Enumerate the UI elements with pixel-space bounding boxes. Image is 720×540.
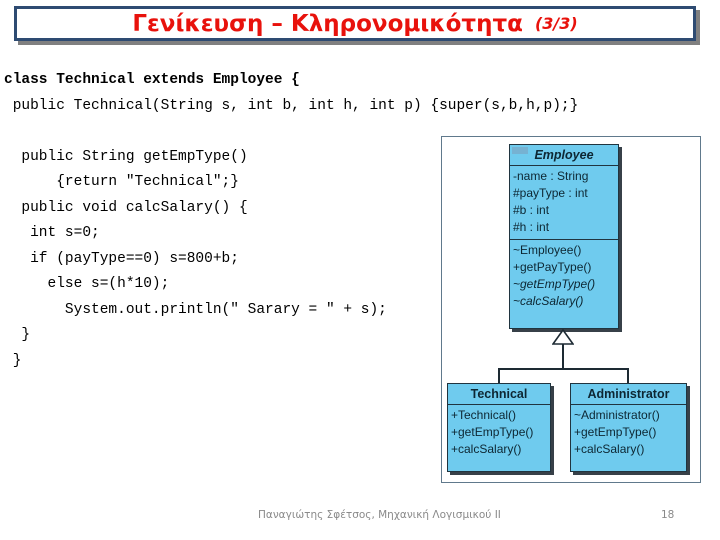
uml-class-diagram: Employee -name : String #payType : int #… <box>441 136 701 483</box>
generalization-horizontal-bar <box>498 368 629 370</box>
uml-class-employee[interactable]: Employee -name : String #payType : int #… <box>509 144 619 329</box>
uml-method: +Technical() <box>451 408 517 422</box>
uml-class-employee-name: Employee <box>534 148 594 162</box>
slide-title-box: Γενίκευση – Κληρονομικότητα (3/3) <box>14 6 696 41</box>
code-line: class Technical extends Employee { <box>4 72 300 88</box>
uml-method: +getPayType() <box>513 260 592 274</box>
generalization-branch-technical <box>498 368 500 384</box>
uml-class-employee-methods: ~Employee() +getPayType() ~getEmpType() … <box>510 239 618 313</box>
uml-method: +calcSalary() <box>451 442 522 456</box>
uml-method: ~calcSalary() <box>513 294 584 308</box>
uml-attribute: #b : int <box>513 203 550 217</box>
uml-class-technical-methods: +Technical() +getEmpType() +calcSalary() <box>448 405 550 461</box>
uml-attribute: #payType : int <box>513 186 588 200</box>
uml-class-employee-attributes: -name : String #payType : int #b : int #… <box>510 166 618 239</box>
page-title-counter: (3/3) <box>534 14 578 33</box>
uml-method: +calcSalary() <box>574 442 645 456</box>
uml-class-administrator-name: Administrator <box>587 387 670 401</box>
uml-class-technical-header: Technical <box>448 384 550 405</box>
class-stub-icon <box>512 147 528 154</box>
uml-attribute: -name : String <box>513 169 589 183</box>
code-line: public Technical(String s, int b, int h,… <box>4 97 579 114</box>
uml-class-technical[interactable]: Technical +Technical() +getEmpType() +ca… <box>447 383 551 472</box>
uml-class-administrator[interactable]: Administrator ~Administrator() +getEmpTy… <box>570 383 687 472</box>
footer-author: Παναγιώτης Σφέτσος, Μηχανική Λογισμικού … <box>258 509 501 521</box>
page-title: Γενίκευση – Κληρονομικότητα <box>132 10 523 37</box>
uml-method: ~Employee() <box>513 243 582 257</box>
uml-class-administrator-methods: ~Administrator() +getEmpType() +calcSala… <box>571 405 686 461</box>
uml-attribute: #h : int <box>513 220 550 234</box>
generalization-arrow-icon <box>552 329 574 345</box>
uml-method: +getEmpType() <box>574 425 657 439</box>
generalization-branch-administrator <box>627 368 629 384</box>
generalization-stem <box>562 344 564 369</box>
uml-class-employee-header: Employee <box>510 145 618 166</box>
uml-class-technical-name: Technical <box>470 387 528 401</box>
footer-page-number: 18 <box>661 509 675 521</box>
slide-footer: Παναγιώτης Σφέτσος, Μηχανική Λογισμικού … <box>0 505 720 525</box>
uml-method: ~Administrator() <box>574 408 660 422</box>
uml-class-administrator-header: Administrator <box>571 384 686 405</box>
uml-method: ~getEmpType() <box>513 277 596 291</box>
uml-method: +getEmpType() <box>451 425 534 439</box>
